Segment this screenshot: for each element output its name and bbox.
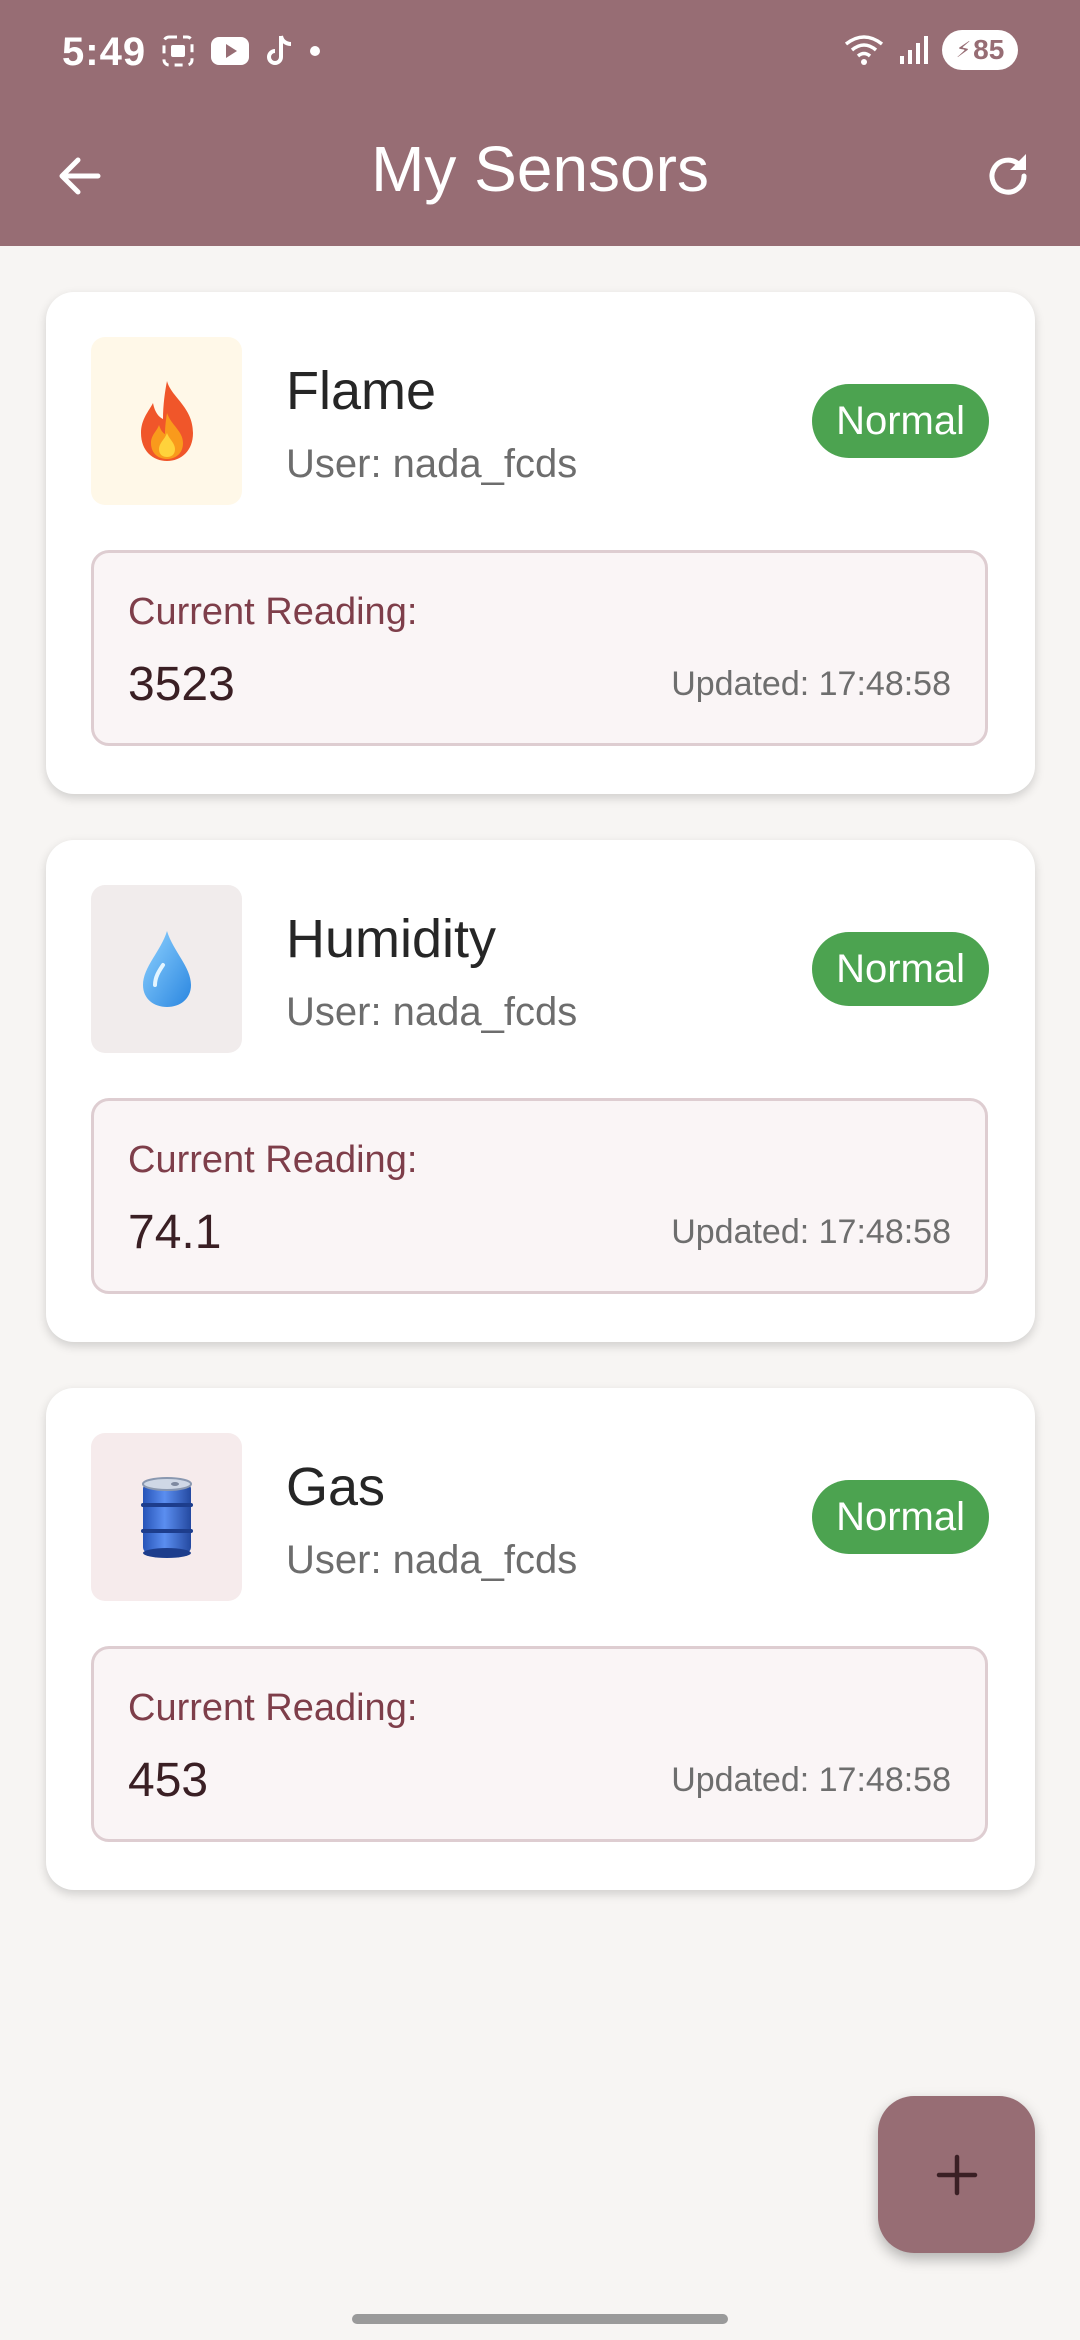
flame-icon — [140, 381, 193, 461]
reading-label: Current Reading: — [128, 1687, 418, 1729]
screenshot-icon — [162, 35, 194, 67]
plus-icon — [936, 2154, 977, 2195]
status-bar: 5:49 ⚡ 85 — [0, 0, 1080, 108]
signal-icon — [900, 36, 928, 64]
sensor-user: User: nada_fcds — [286, 1538, 578, 1582]
sensor-icon-container — [91, 337, 242, 505]
youtube-icon — [211, 37, 249, 65]
sensor-icon-container — [91, 1433, 242, 1601]
gas-barrel-icon — [140, 1477, 193, 1558]
gesture-navigation-bar[interactable] — [352, 2314, 728, 2324]
refresh-icon — [989, 154, 1027, 195]
reading-value: 74.1 — [128, 1206, 222, 1259]
charging-icon: ⚡ — [955, 37, 972, 62]
sensor-icon-container — [91, 885, 242, 1053]
reading-panel: Current Reading: 453 Updated: 17:48:58 — [91, 1646, 988, 1842]
sensor-name: Humidity — [286, 909, 497, 969]
reading-value: 3523 — [128, 658, 235, 711]
tiktok-icon — [267, 35, 292, 65]
sensor-name: Gas — [286, 1457, 386, 1517]
water-drop-icon — [142, 931, 191, 1007]
status-time: 5:49 — [62, 30, 147, 74]
sensor-card-flame[interactable]: Flame User: nada_fcds Normal Current Rea… — [46, 292, 1035, 794]
sensor-card-humidity[interactable]: Humidity User: nada_fcds Normal Current … — [46, 840, 1035, 1342]
reading-panel: Current Reading: 3523 Updated: 17:48:58 — [91, 550, 988, 746]
status-badge: Normal — [812, 1480, 989, 1554]
sensor-name: Flame — [286, 361, 437, 421]
sensor-user: User: nada_fcds — [286, 442, 578, 486]
updated-timestamp: Updated: 17:48:58 — [671, 665, 951, 703]
add-sensor-button[interactable] — [878, 2096, 1035, 2253]
status-badge: Normal — [812, 932, 989, 1006]
notification-icons — [160, 33, 320, 69]
more-notifications-dot — [310, 46, 320, 56]
refresh-button[interactable] — [968, 136, 1048, 216]
wifi-icon — [844, 35, 884, 65]
reading-panel: Current Reading: 74.1 Updated: 17:48:58 — [91, 1098, 988, 1294]
sensor-card-gas[interactable]: Gas User: nada_fcds Normal Current Readi… — [46, 1388, 1035, 1890]
battery-indicator: ⚡ 85 — [942, 30, 1018, 70]
battery-level: 85 — [973, 34, 1005, 65]
app-bar: My Sensors — [0, 108, 1080, 246]
status-badge: Normal — [812, 384, 989, 458]
sensor-user: User: nada_fcds — [286, 990, 578, 1034]
page-title: My Sensors — [371, 133, 709, 205]
system-icons: ⚡ 85 — [842, 30, 1018, 70]
reading-label: Current Reading: — [128, 1139, 418, 1181]
reading-label: Current Reading: — [128, 591, 418, 633]
updated-timestamp: Updated: 17:48:58 — [671, 1761, 951, 1799]
updated-timestamp: Updated: 17:48:58 — [671, 1213, 951, 1251]
sensor-list: Flame User: nada_fcds Normal Current Rea… — [46, 292, 1035, 1936]
reading-value: 453 — [128, 1754, 209, 1807]
